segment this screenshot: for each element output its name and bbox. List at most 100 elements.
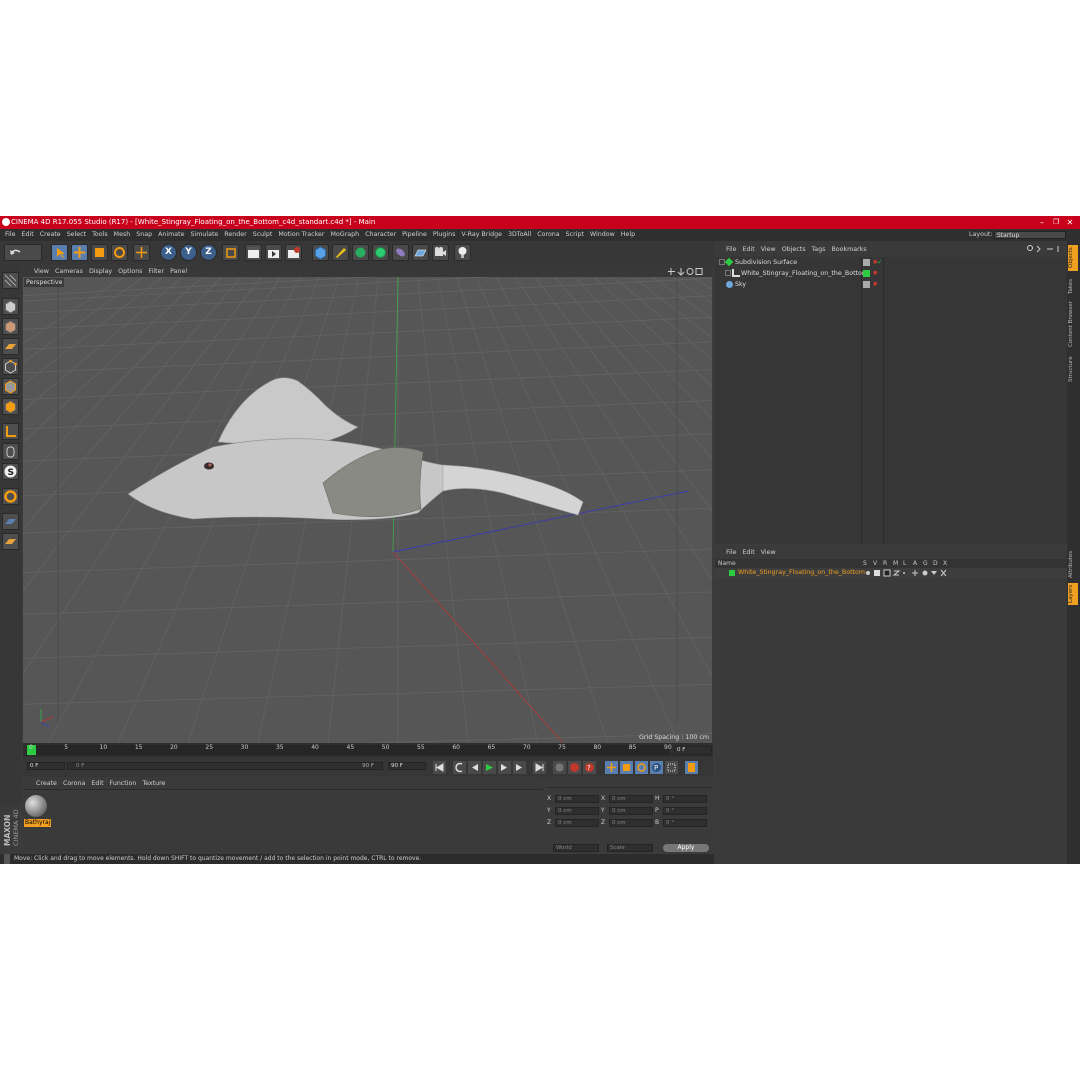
snap-button[interactable]: S: [2, 463, 19, 480]
timeline-window-button[interactable]: [685, 761, 698, 774]
layer-menu-file[interactable]: File: [723, 547, 740, 559]
layer-swatch[interactable]: [863, 259, 870, 266]
next-key-button[interactable]: [513, 761, 526, 774]
scale-tool-button[interactable]: [91, 244, 108, 261]
menu-script[interactable]: Script: [563, 229, 587, 241]
layer-menu-view[interactable]: View: [758, 547, 779, 559]
menu-animate[interactable]: Animate: [155, 229, 187, 241]
autokey-button[interactable]: [568, 761, 581, 774]
workplane-mode-button[interactable]: [2, 338, 19, 355]
play-button[interactable]: [483, 761, 496, 774]
menu-character[interactable]: Character: [362, 229, 399, 241]
layer-column-a[interactable]: A: [913, 559, 917, 568]
workplane-lock-button[interactable]: [2, 513, 19, 530]
enabled-check-icon[interactable]: ✓: [877, 257, 882, 268]
axis-mode-button[interactable]: [2, 423, 19, 440]
coord-value-field[interactable]: 0 cm: [555, 795, 599, 803]
points-mode-button[interactable]: [2, 358, 19, 375]
close-button[interactable]: ✕: [1063, 217, 1077, 228]
menu-select[interactable]: Select: [64, 229, 89, 241]
edges-mode-button[interactable]: [2, 378, 19, 395]
tab-takes[interactable]: Takes: [1068, 275, 1078, 297]
coord-value-field[interactable]: 0 cm: [609, 807, 653, 815]
nurbs-button[interactable]: [352, 244, 369, 261]
layer-row-stingray[interactable]: White_Stingray_Floating_on_the_Bottom: [715, 568, 1067, 578]
layer-menu-edit[interactable]: Edit: [740, 547, 758, 559]
layer-column-v[interactable]: V: [873, 559, 877, 568]
y-axis-lock-button[interactable]: Y: [180, 244, 197, 261]
tab-layers[interactable]: Layers: [1068, 583, 1078, 605]
current-frame-field[interactable]: 0 F: [674, 746, 712, 755]
layer-column-d[interactable]: D: [933, 559, 938, 568]
menu-render[interactable]: Render: [221, 229, 249, 241]
visibility-dots[interactable]: ●: [873, 268, 877, 279]
select-tool-button[interactable]: [51, 244, 68, 261]
menu-edit[interactable]: Edit: [19, 229, 37, 241]
move-tool-button[interactable]: [71, 244, 88, 261]
layer-column-m[interactable]: M: [893, 559, 898, 568]
layer-flag-icons[interactable]: [865, 569, 965, 577]
menu-corona[interactable]: Corona: [534, 229, 562, 241]
menu-help[interactable]: Help: [618, 229, 638, 241]
layout-select[interactable]: Startup: [994, 231, 1066, 239]
object-manager-search-icons[interactable]: [1027, 245, 1065, 253]
end-frame-field[interactable]: 90 F: [388, 762, 426, 770]
key-position-button[interactable]: [605, 761, 618, 774]
layer-column-s[interactable]: S: [863, 559, 867, 568]
array-button[interactable]: [372, 244, 389, 261]
next-frame-button[interactable]: [498, 761, 511, 774]
layer-swatch[interactable]: [863, 281, 870, 288]
render-view-button[interactable]: [245, 244, 262, 261]
coord-value-field[interactable]: 0 °: [663, 795, 707, 803]
tab-structure[interactable]: Structure: [1068, 353, 1078, 385]
object-row-sky[interactable]: Sky ●: [715, 279, 1067, 290]
menu-window[interactable]: Window: [587, 229, 618, 241]
coord-value-field[interactable]: 0 °: [663, 819, 707, 827]
coord-value-field[interactable]: 0 cm: [609, 819, 653, 827]
object-menu-bookmarks[interactable]: Bookmarks: [828, 244, 869, 256]
menu-v-ray-bridge[interactable]: V-Ray Bridge: [458, 229, 505, 241]
rotate-tool-button[interactable]: [111, 244, 128, 261]
camera-button[interactable]: [432, 244, 449, 261]
material-bathyraj-label[interactable]: Bathyraj: [24, 819, 52, 827]
keyframe-selection-button[interactable]: ?: [583, 761, 596, 774]
polygons-mode-button[interactable]: [2, 398, 19, 415]
coord-value-field[interactable]: 0 °: [663, 807, 707, 815]
layer-column-g[interactable]: G: [923, 559, 928, 568]
apply-button[interactable]: Apply: [663, 844, 709, 852]
menu-simulate[interactable]: Simulate: [187, 229, 221, 241]
minimize-button[interactable]: –: [1035, 217, 1049, 228]
light-button[interactable]: [454, 244, 471, 261]
object-menu-tags[interactable]: Tags: [809, 244, 829, 256]
prev-key-button[interactable]: [453, 761, 466, 774]
key-parameter-button[interactable]: P: [650, 761, 663, 774]
menu-file[interactable]: File: [2, 229, 19, 241]
material-bathyraj-preview[interactable]: [25, 795, 47, 817]
menu-sculpt[interactable]: Sculpt: [250, 229, 276, 241]
viewport-nav-icons[interactable]: [667, 267, 703, 276]
layer-name[interactable]: White_Stingray_Floating_on_the_Bottom: [738, 568, 865, 578]
layer-column-l[interactable]: L: [903, 559, 906, 568]
coord-value-field[interactable]: 0 cm: [555, 807, 599, 815]
model-mode-button[interactable]: [2, 298, 19, 315]
object-row-subdivision[interactable]: Subdivision Surface ● ✓: [715, 257, 1067, 268]
render-picture-viewer-button[interactable]: [265, 244, 282, 261]
x-axis-lock-button[interactable]: X: [160, 244, 177, 261]
start-frame-field[interactable]: 0 F: [27, 762, 65, 770]
coord-value-field[interactable]: 0 cm: [555, 819, 599, 827]
record-keys-button[interactable]: [553, 761, 566, 774]
layer-swatch[interactable]: [863, 270, 870, 277]
object-menu-edit[interactable]: Edit: [740, 244, 758, 256]
key-rotation-button[interactable]: [635, 761, 648, 774]
layer-column-r[interactable]: R: [883, 559, 887, 568]
live-selection-button[interactable]: [133, 244, 150, 261]
key-pla-button[interactable]: [665, 761, 678, 774]
coord-value-field[interactable]: 0 cm: [609, 795, 653, 803]
menu-tools[interactable]: Tools: [89, 229, 111, 241]
layer-color-swatch[interactable]: [729, 570, 735, 576]
tab-content-browser[interactable]: Content Browser: [1068, 299, 1078, 349]
timeline-ruler[interactable]: 0 5 10 15 20 25 30 35 40 45 50 55 60 65 70 75 80 85 90 0 F: [23, 743, 713, 757]
spline-pen-button[interactable]: [332, 244, 349, 261]
menu-mograph[interactable]: MoGraph: [327, 229, 362, 241]
menu-3dtoall[interactable]: 3DToAll: [505, 229, 534, 241]
